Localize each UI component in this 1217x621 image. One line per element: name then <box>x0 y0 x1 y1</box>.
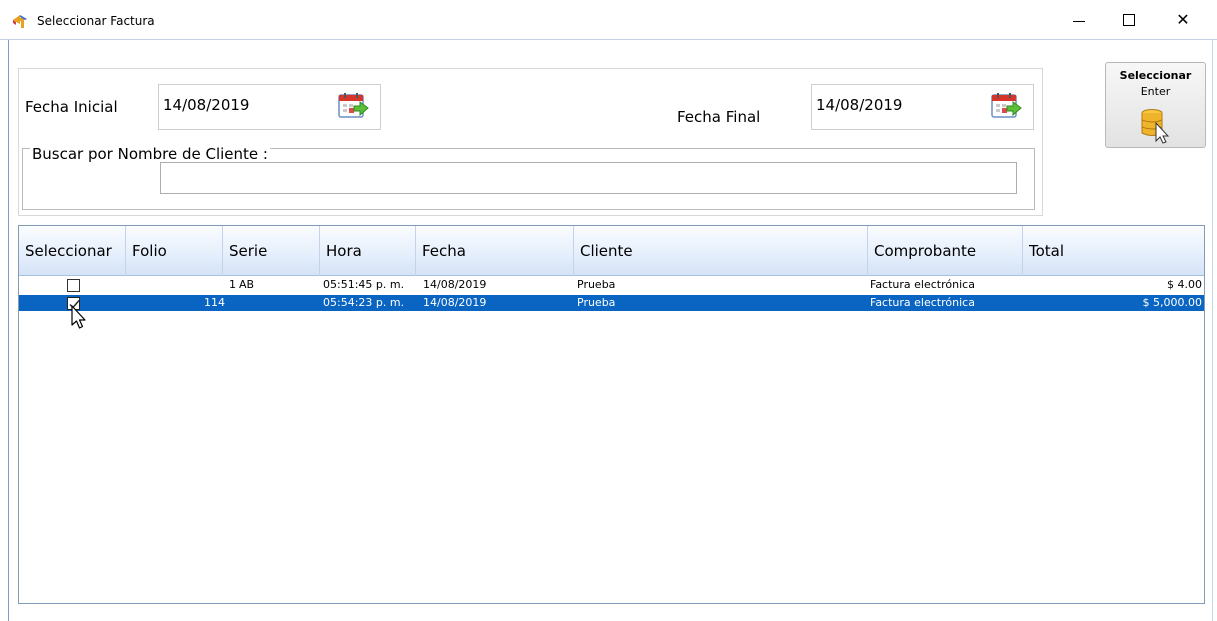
select-button[interactable]: Seleccionar Enter <box>1105 62 1206 148</box>
app-icon <box>13 15 27 28</box>
window-title: Seleccionar Factura <box>37 14 155 28</box>
window-border-left <box>8 40 9 621</box>
cell-comprobante: Factura electrónica <box>870 278 975 291</box>
row-select-checkbox[interactable] <box>67 279 80 292</box>
fecha-final-field[interactable]: 14/08/2019 <box>811 84 1034 130</box>
fecha-final-label: Fecha Final <box>677 108 761 126</box>
cell-fecha: 14/08/2019 <box>423 296 487 309</box>
fecha-inicial-field[interactable]: 14/08/2019 <box>158 84 381 130</box>
cell-total: $ 5,000.00 <box>1142 296 1202 309</box>
close-icon: ✕ <box>1176 10 1190 29</box>
select-button-shortcut: Enter <box>1140 85 1171 98</box>
calendar-icon[interactable] <box>336 91 370 123</box>
fecha-inicial-label: Fecha Inicial <box>25 98 118 116</box>
cell-hora: 05:54:23 p. m. <box>323 296 405 309</box>
minimize-icon <box>1073 20 1085 22</box>
cell-fecha: 14/08/2019 <box>423 278 487 291</box>
maximize-button[interactable] <box>1106 0 1152 40</box>
column-header-total[interactable]: Total <box>1023 226 1204 276</box>
column-header-seleccionar[interactable]: Seleccionar <box>19 226 126 276</box>
search-client-input[interactable] <box>160 162 1017 194</box>
select-button-label: Seleccionar <box>1119 69 1192 82</box>
cell-cliente: Prueba <box>577 278 616 291</box>
column-header-comprobante[interactable]: Comprobante <box>868 226 1023 276</box>
column-header-folio[interactable]: Folio <box>126 226 223 276</box>
column-header-fecha[interactable]: Fecha <box>416 226 574 276</box>
cell-hora: 05:51:45 p. m. <box>323 278 405 291</box>
minimize-button[interactable] <box>1056 0 1102 40</box>
fecha-final-value[interactable]: 14/08/2019 <box>816 96 902 114</box>
calendar-icon[interactable] <box>989 91 1023 123</box>
column-header-hora[interactable]: Hora <box>320 226 416 276</box>
fecha-inicial-value[interactable]: 14/08/2019 <box>163 96 249 114</box>
window: Seleccionar Factura ✕ Fecha Inicial 14/0… <box>0 0 1217 621</box>
search-group-label: Buscar por Nombre de Cliente : <box>30 144 270 164</box>
window-border-right <box>1212 40 1213 621</box>
table-row-selected[interactable]: 114 05:54:23 p. m. 14/08/2019 Prueba Fac… <box>19 295 1204 311</box>
database-cursor-icon <box>1141 109 1170 144</box>
column-header-cliente[interactable]: Cliente <box>574 226 868 276</box>
cell-serie <box>239 295 319 311</box>
cell-total: $ 4.00 <box>1167 278 1202 291</box>
close-button[interactable]: ✕ <box>1160 0 1206 40</box>
cell-folio: 114 <box>204 296 225 309</box>
cell-cliente: Prueba <box>577 296 616 309</box>
title-bar: Seleccionar Factura ✕ <box>0 0 1217 40</box>
grid-header: Seleccionar Folio Serie Hora Fecha Clien… <box>19 226 1204 276</box>
cell-folio: 1 <box>229 278 236 291</box>
cell-comprobante: Factura electrónica <box>870 296 975 309</box>
column-header-serie[interactable]: Serie <box>223 226 320 276</box>
mouse-cursor-icon <box>71 305 86 329</box>
cell-serie: AB <box>239 278 255 291</box>
maximize-icon <box>1123 14 1135 26</box>
invoice-grid[interactable]: Seleccionar Folio Serie Hora Fecha Clien… <box>18 225 1205 604</box>
table-row[interactable]: 1 AB 05:51:45 p. m. 14/08/2019 Prueba Fa… <box>19 277 1204 293</box>
